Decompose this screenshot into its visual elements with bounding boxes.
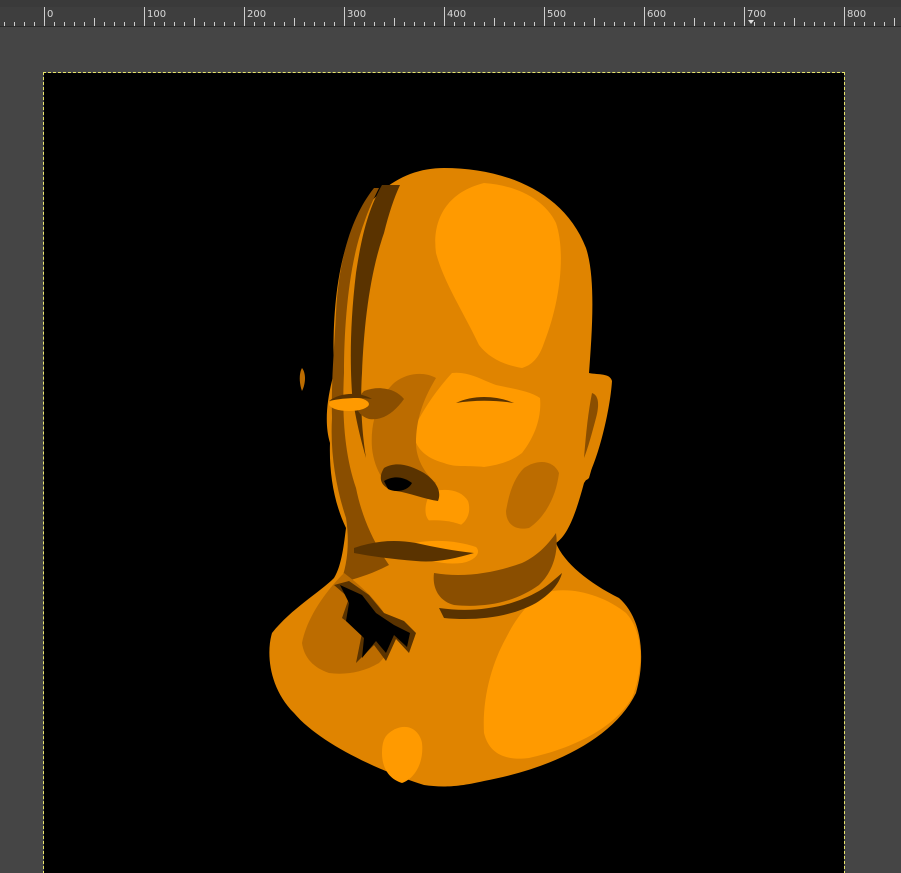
ruler-label-800: 800 (847, 9, 867, 20)
title-strip (0, 0, 901, 7)
horizontal-ruler[interactable]: 0 100 200 300 400 500 600 700 800 (0, 7, 901, 27)
ruler-label-0: 0 (47, 9, 54, 20)
ruler-label-300: 300 (347, 9, 367, 20)
image-workspace[interactable] (0, 27, 901, 873)
left-ear (299, 368, 305, 391)
ruler-label-500: 500 (547, 9, 567, 20)
ruler-label-700: 700 (747, 9, 767, 20)
head-bust-image (269, 168, 642, 787)
ruler-label-200: 200 (247, 9, 267, 20)
pointer-position-marker (748, 20, 754, 24)
image-canvas[interactable] (43, 72, 845, 873)
ruler-label-100: 100 (147, 9, 167, 20)
ruler-label-600: 600 (647, 9, 667, 20)
ruler-label-400: 400 (447, 9, 467, 20)
